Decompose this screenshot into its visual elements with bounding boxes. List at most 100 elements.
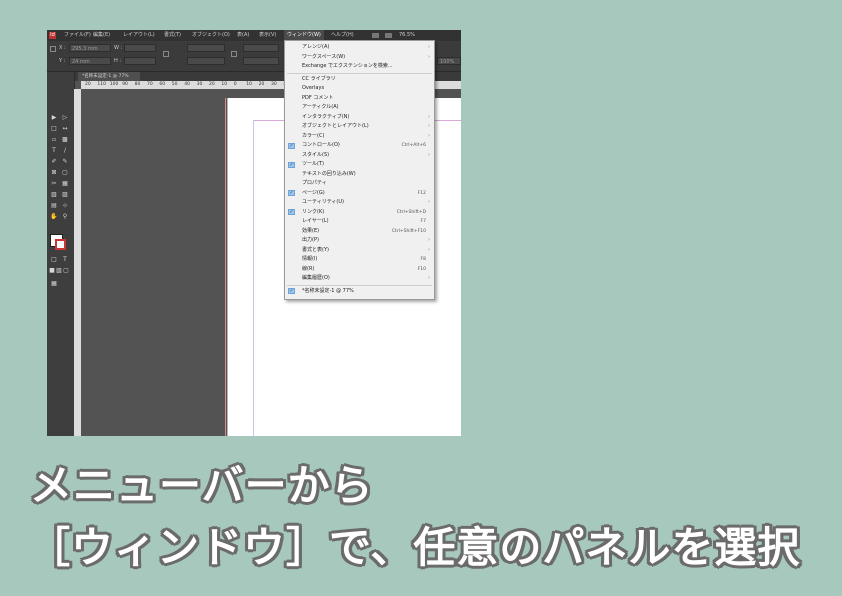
window-menu-item-shortcut: F7 xyxy=(420,219,426,224)
window-menu-item[interactable]: ✓ ツール(T) xyxy=(285,160,434,170)
line-tool-icon[interactable]: ∕ xyxy=(61,147,69,154)
window-menu-item[interactable]: Exchange でエクステンションを検索... xyxy=(285,62,434,72)
type-tool-icon[interactable]: T xyxy=(50,147,58,154)
window-menu-item-label: PDF コメント xyxy=(302,94,334,101)
window-menu-item[interactable]: ✓ リンク(K) Ctrl+Shift+D xyxy=(285,208,434,218)
w-label: W : xyxy=(114,45,123,51)
window-menu-item[interactable]: 線(R) F10 xyxy=(285,265,434,275)
rectangle-tool-icon[interactable]: ▢ xyxy=(61,169,69,176)
checkmark-icon: ✓ xyxy=(288,190,295,196)
note-tool-icon[interactable]: ▤ xyxy=(50,202,58,209)
y-label: Y : xyxy=(59,58,66,64)
vertical-ruler xyxy=(74,89,81,436)
zoom-tool-icon[interactable]: ⚲ xyxy=(61,213,69,220)
window-menu-item-label: 線(R) xyxy=(302,265,315,272)
view-mode-icon[interactable] xyxy=(385,33,392,38)
direct-selection-tool-icon[interactable]: ▷ xyxy=(61,114,69,121)
reference-point-icon[interactable] xyxy=(50,46,56,52)
constrain-proportions-icon[interactable] xyxy=(163,51,169,57)
menu-object[interactable]: オブジェクト(O) xyxy=(192,30,230,41)
window-menu-item[interactable]: 情報(I) F8 xyxy=(285,255,434,265)
scissors-tool-icon[interactable]: ✂ xyxy=(50,180,58,187)
window-menu-item[interactable]: 出力(P) › xyxy=(285,236,434,246)
formatting-container-icon[interactable]: □ xyxy=(50,256,58,263)
window-menu-item[interactable]: ✓ コントロール(O) Ctrl+Alt+6 xyxy=(285,141,434,151)
window-menu-item[interactable]: カラー(C) › xyxy=(285,132,434,142)
window-menu-item-label: ユーティリティ(U) xyxy=(302,199,344,205)
hand-tool-icon[interactable]: ✋ xyxy=(50,213,58,220)
window-menu-item[interactable]: 書式と表(Y) › xyxy=(285,246,434,256)
window-menu-item[interactable]: アーティクル(A) xyxy=(285,103,434,113)
scale-x-field[interactable] xyxy=(187,44,225,52)
window-menu-item[interactable]: オブジェクトとレイアウト(L) › xyxy=(285,122,434,132)
apply-none-icon[interactable]: ▢ xyxy=(63,267,69,274)
eyedropper-tool-icon[interactable]: ⊹ xyxy=(61,202,69,209)
window-menu-item[interactable]: アレンジ(A) › xyxy=(285,43,434,53)
window-menu-item-shortcut: Ctrl+Shift+F10 xyxy=(391,228,426,234)
window-menu-item[interactable]: CC ライブラリ xyxy=(285,75,434,85)
window-menu-item[interactable]: スタイル(S) › xyxy=(285,151,434,161)
bridge-icon[interactable] xyxy=(372,33,379,38)
window-menu-item[interactable]: ✓ *名称未設定-1 @ 77% xyxy=(285,287,434,297)
menu-file[interactable]: ファイル(F) xyxy=(64,30,91,41)
app-logo: Id xyxy=(49,32,56,39)
menu-table[interactable]: 表(A) xyxy=(237,30,249,41)
pencil-tool-icon[interactable]: ✎ xyxy=(61,158,69,165)
apply-color-icon[interactable]: ■ xyxy=(49,267,55,274)
screen-mode-icon[interactable]: ▦ xyxy=(50,280,58,287)
window-menu-item[interactable]: プロパティ xyxy=(285,179,434,189)
window-menu-item-shortcut: Ctrl+Alt+6 xyxy=(401,143,426,148)
page-tool-icon[interactable]: □ xyxy=(50,125,58,132)
apply-gradient-icon[interactable]: ▧ xyxy=(56,267,62,274)
window-menu-item-label: Overlays xyxy=(302,85,325,91)
window-menu-item[interactable]: ユーティリティ(U) › xyxy=(285,198,434,208)
stroke-swatch[interactable] xyxy=(55,239,66,250)
w-field[interactable] xyxy=(124,44,156,52)
window-menu-item-label: コントロール(O) xyxy=(302,142,340,148)
window-menu-item[interactable]: 効果(E) Ctrl+Shift+F10 xyxy=(285,227,434,237)
y-field[interactable]: 24 mm xyxy=(69,57,111,65)
window-menu-item-label: CC ライブラリ xyxy=(302,75,336,82)
ruler-number: 80 xyxy=(134,82,141,87)
bleed-guide xyxy=(225,98,226,436)
window-menu-item[interactable]: テキストの回り込み(W) xyxy=(285,170,434,180)
window-menu-item[interactable]: 編集履歴(O) › xyxy=(285,274,434,284)
ruler-number: 10 xyxy=(246,82,252,87)
menu-edit[interactable]: 編集(E) xyxy=(93,30,110,41)
window-menu-item[interactable]: ✓ ページ(G) F12 xyxy=(285,189,434,199)
rectangle-frame-tool-icon[interactable]: ⊠ xyxy=(50,169,58,176)
menu-view[interactable]: 表示(V) xyxy=(259,30,276,41)
shear-field[interactable] xyxy=(243,57,279,65)
window-menu-item[interactable]: レイヤー(L) F7 xyxy=(285,217,434,227)
scale-y-field[interactable] xyxy=(187,57,225,65)
menu-type[interactable]: 書式(T) xyxy=(164,30,181,41)
gradient-feather-tool-icon[interactable]: ▨ xyxy=(61,191,69,198)
gradient-swatch-tool-icon[interactable]: ▧ xyxy=(50,191,58,198)
selection-tool-icon[interactable]: ▶ xyxy=(50,114,58,121)
submenu-arrow-icon: › xyxy=(428,237,430,243)
h-field[interactable] xyxy=(124,57,156,65)
x-field[interactable]: 295.3 mm xyxy=(69,44,111,52)
content-placer-icon[interactable]: ▩ xyxy=(61,136,69,143)
rotate-icon[interactable] xyxy=(231,51,237,57)
ruler-number: 100 xyxy=(109,82,119,87)
menu-layout[interactable]: レイアウト(L) xyxy=(123,30,155,41)
document-tab[interactable]: *名称未設定-1 @ 77% xyxy=(78,72,140,81)
pen-tool-icon[interactable]: ✐ xyxy=(50,158,58,165)
window-menu-item-label: *名称未設定-1 @ 77% xyxy=(302,287,354,294)
gap-tool-icon[interactable]: ↔ xyxy=(61,125,69,132)
formatting-text-icon[interactable]: T xyxy=(61,256,69,263)
ruler-number: 0 xyxy=(233,82,237,87)
checkmark-icon: ✓ xyxy=(288,142,295,149)
ruler-number: 60 xyxy=(159,82,166,87)
window-menu-item[interactable]: ワークスペース(W) › xyxy=(285,53,434,63)
window-menu-item-label: ツール(T) xyxy=(302,161,324,167)
free-transform-tool-icon[interactable]: ▦ xyxy=(61,180,69,187)
opacity-field[interactable]: 100% xyxy=(437,57,461,65)
rotation-field[interactable] xyxy=(243,44,279,52)
window-menu-item[interactable]: インタラクティブ(N) › xyxy=(285,113,434,123)
window-menu-item[interactable]: PDF コメント xyxy=(285,94,434,104)
window-menu-item[interactable]: Overlays xyxy=(285,84,434,94)
content-collector-icon[interactable]: ▫ xyxy=(50,136,58,143)
ruler-number: 30 xyxy=(271,82,277,87)
